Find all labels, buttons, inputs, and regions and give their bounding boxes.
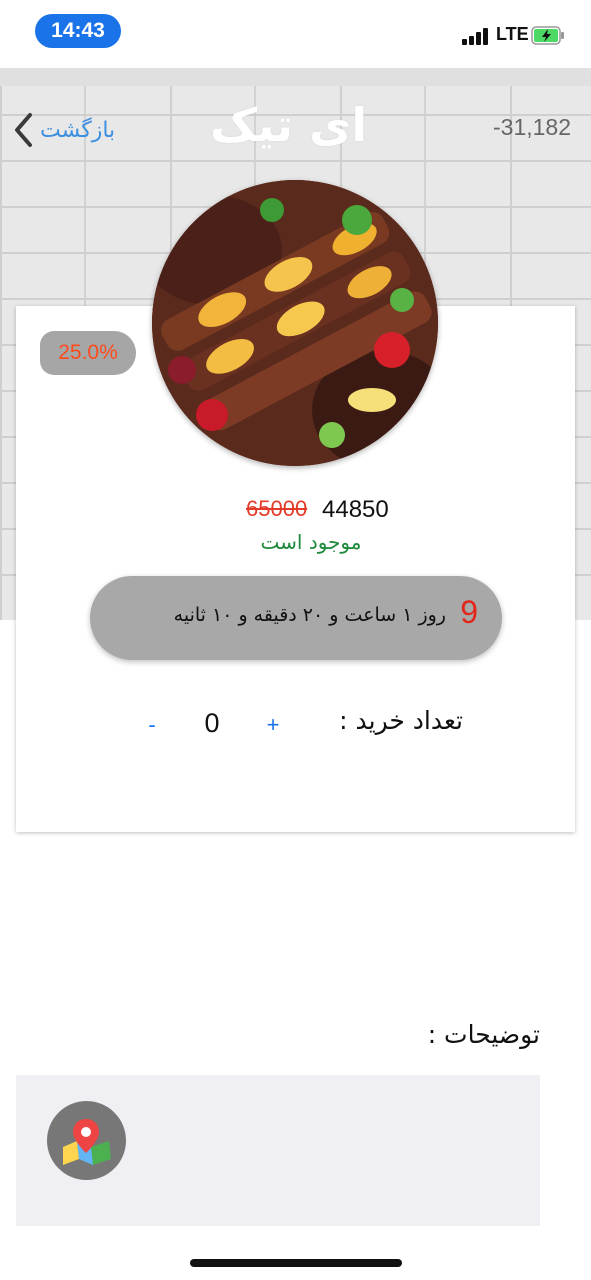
quantity-minus-button[interactable]: - [141,712,163,740]
quantity-value: 0 [204,708,220,738]
battery-charging-icon [531,26,564,45]
discount-badge: 25.0% [40,331,136,375]
food-kebab-image [152,180,438,466]
status-bar: 14:43 LTE [0,0,591,68]
product-image [152,180,438,466]
map-pin-icon [63,1119,111,1165]
map-button[interactable] [47,1101,126,1180]
signal-bars-icon [462,27,492,45]
countdown-timer: 9 روز ۱ ساعت و ۲۰ دقیقه و ۱۰ ثانیه [90,576,502,660]
header-top-strip [0,68,591,86]
stock-status: موجود است [260,530,362,554]
timer-days: 9 [460,594,478,630]
network-type: LTE [496,24,529,44]
back-label: بازگشت [40,117,116,143]
back-button[interactable]: بازگشت [12,110,115,150]
timer-text: روز ۱ ساعت و ۲۰ دقیقه و ۱۰ ثانیه [173,604,446,626]
chevron-left-icon [15,113,32,147]
quantity-label: تعداد خرید : [339,706,463,735]
header-counter: -31,182 [493,114,572,140]
new-price: 44850 [322,496,389,523]
home-indicator[interactable] [190,1259,402,1267]
old-price: 65000 [246,496,308,521]
quantity-plus-button[interactable]: + [262,712,284,740]
app-logo: ای تیک [210,98,368,152]
status-time: 14:43 [35,14,121,48]
description-label: توضیحات : [427,1020,540,1049]
